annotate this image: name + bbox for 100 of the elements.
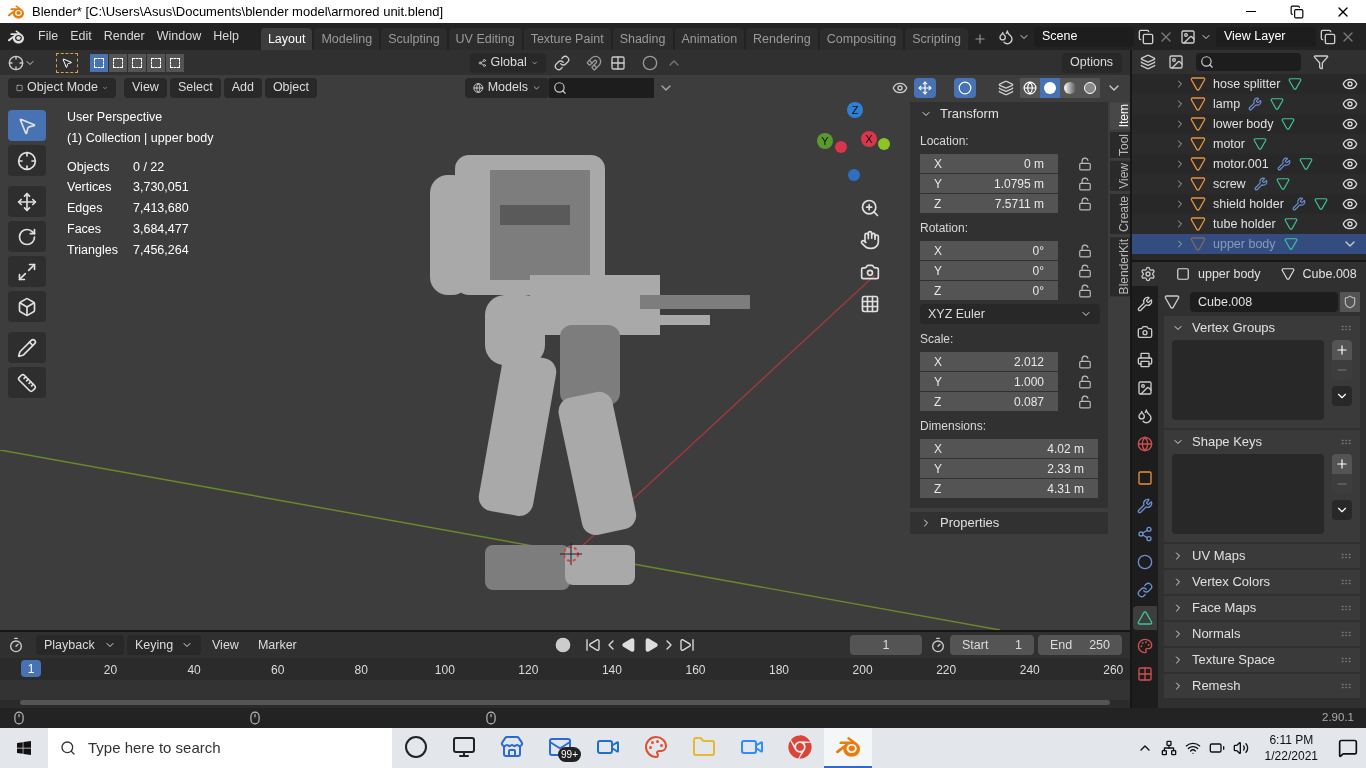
frame-tick-label: 160: [685, 662, 706, 679]
frame-tick-label: 40: [187, 662, 201, 679]
number-field[interactable]: X 2.012: [920, 352, 1058, 371]
field-value: 1.0795 m: [993, 175, 1044, 193]
options-dropdown[interactable]: Options: [1062, 52, 1122, 73]
number-field[interactable]: Y 2.33 m: [920, 459, 1098, 478]
field-value: 0°: [1032, 242, 1044, 260]
current-frame-field[interactable]: 1: [850, 635, 922, 655]
workspace-tab[interactable]: Scripting: [905, 28, 968, 50]
panel-header[interactable]: Properties: [910, 512, 1108, 534]
dropdown-label: Global: [490, 54, 527, 72]
workspace-tab[interactable]: UV Editing: [448, 28, 522, 50]
view-name: User Perspective: [67, 109, 164, 126]
axis-handle[interactable]: X: [861, 131, 877, 147]
viewport-menu[interactable]: Select: [169, 77, 221, 98]
panel-header[interactable]: Remesh: [1164, 674, 1360, 698]
axis-handle[interactable]: Y: [817, 133, 833, 149]
number-field[interactable]: Y 1.000: [920, 372, 1058, 391]
viewport-menu[interactable]: Object: [264, 77, 317, 98]
panel-header[interactable]: Normals: [1164, 622, 1360, 646]
sidebar-tab[interactable]: View: [1110, 161, 1130, 192]
menu-item[interactable]: Help: [207, 23, 245, 50]
workspace-tab[interactable]: Modeling: [314, 28, 380, 50]
number-field[interactable]: X 4.02 m: [920, 439, 1098, 458]
clock-date[interactable]: 1/22/2021: [1264, 748, 1318, 764]
number-field[interactable]: Y 0°: [920, 261, 1058, 280]
menu-item[interactable]: Edit: [64, 23, 98, 50]
menu-item[interactable]: Render: [97, 23, 151, 50]
orientation-dropdown[interactable]: Global: [470, 52, 546, 73]
field-value: 0°: [1032, 282, 1044, 300]
number-field[interactable]: Z 0°: [920, 281, 1058, 300]
rotation-mode-dropdown[interactable]: XYZ Euler: [920, 304, 1100, 324]
panel-header[interactable]: UV Maps: [1164, 544, 1360, 568]
dropdown-label: Models: [487, 79, 528, 97]
sidebar-tab[interactable]: Item: [1110, 102, 1130, 130]
panel-title: Vertex Colors: [1192, 573, 1271, 592]
dropdown-label: Playback: [44, 636, 96, 654]
number-field[interactable]: X 0 m: [920, 154, 1058, 173]
search-placeholder: Type here to search: [88, 737, 221, 758]
field-value: 4.31 m: [1047, 480, 1084, 498]
panel-header[interactable]: Face Maps: [1164, 596, 1360, 620]
number-field[interactable]: Z 7.5711 m: [920, 194, 1058, 213]
clock-time[interactable]: 6:11 PM: [1269, 732, 1314, 748]
axis-label: Z: [934, 480, 942, 498]
end-frame-field[interactable]: End 250: [1038, 635, 1122, 655]
playhead[interactable]: 1: [21, 660, 42, 677]
field-value: 1: [1015, 636, 1022, 654]
number-field[interactable]: Z 4.31 m: [920, 479, 1098, 498]
axis-label: Y: [934, 175, 942, 193]
object-name: shield holder: [1213, 195, 1284, 213]
object-name: tube holder: [1213, 215, 1276, 233]
frame-tick-label: 80: [354, 662, 368, 679]
number-field[interactable]: Z 0.087: [920, 392, 1058, 411]
workspace-tab[interactable]: Sculpting: [381, 28, 447, 50]
timeline-menu[interactable]: View: [204, 635, 247, 655]
menu-item[interactable]: Window: [150, 23, 208, 50]
view-layer-field[interactable]: View Layer: [1215, 26, 1316, 47]
taskbar-button[interactable]: 99+: [536, 728, 584, 768]
workspace-tab[interactable]: Shading: [612, 28, 673, 50]
collection-dropdown[interactable]: Models: [465, 77, 549, 98]
number-field[interactable]: Y 1.0795 m: [920, 174, 1058, 193]
menu-item[interactable]: File: [32, 23, 65, 50]
timeline-menu[interactable]: Keying: [127, 635, 201, 655]
dropdown-label: Options: [1070, 54, 1114, 72]
section-label: Location:: [920, 133, 970, 150]
panel-header[interactable]: Transform: [920, 102, 1098, 126]
frame-tick-label: 20: [103, 662, 118, 679]
field-value: 0°: [1032, 262, 1044, 280]
active-collection-label: (1) Collection | upper body: [67, 129, 214, 147]
timeline-menu[interactable]: Playback: [36, 635, 124, 655]
start-frame-field[interactable]: Start 1: [950, 635, 1034, 655]
timeline-menu[interactable]: Marker: [249, 635, 305, 655]
frame-tick-label: 60: [271, 662, 285, 679]
panel-header[interactable]: Vertex Colors: [1164, 570, 1360, 594]
object-name: hose splitter: [1213, 75, 1281, 93]
stat-label: Edges: [67, 200, 104, 217]
sidebar-tab[interactable]: Create: [1110, 194, 1130, 235]
workspace-tab[interactable]: Layout: [260, 28, 313, 50]
search-field[interactable]: Type here to search: [48, 728, 392, 768]
mesh-name-field[interactable]: Cube.008: [1190, 292, 1338, 312]
viewport-menu[interactable]: Add: [223, 77, 262, 98]
mode-dropdown[interactable]: Object Mode: [8, 77, 116, 98]
workspace-tab[interactable]: Compositing: [819, 28, 904, 50]
scene-field[interactable]: Scene: [1033, 26, 1134, 47]
workspace-tab[interactable]: Texture Paint: [523, 28, 611, 50]
stat-label: Triangles: [67, 241, 119, 259]
panel-header[interactable]: Texture Space: [1164, 648, 1360, 672]
workspace-tab[interactable]: Rendering: [746, 28, 818, 50]
frame-tick-label: 140: [601, 662, 622, 679]
stat-value: 7,456,264: [133, 241, 189, 259]
sidebar-tab[interactable]: Tool: [1110, 132, 1130, 159]
viewport-menu[interactable]: View: [124, 77, 167, 98]
number-field[interactable]: X 0°: [920, 241, 1058, 260]
panel-title: UV Maps: [1192, 547, 1246, 566]
frame-tick-label: 120: [518, 662, 539, 679]
axis-handle[interactable]: Z: [847, 102, 863, 118]
sidebar-tab[interactable]: BlenderKit: [1110, 237, 1130, 297]
field-value: 0.087: [1013, 393, 1044, 411]
axis-label: Y: [934, 460, 942, 478]
workspace-tab[interactable]: Animation: [674, 28, 745, 50]
